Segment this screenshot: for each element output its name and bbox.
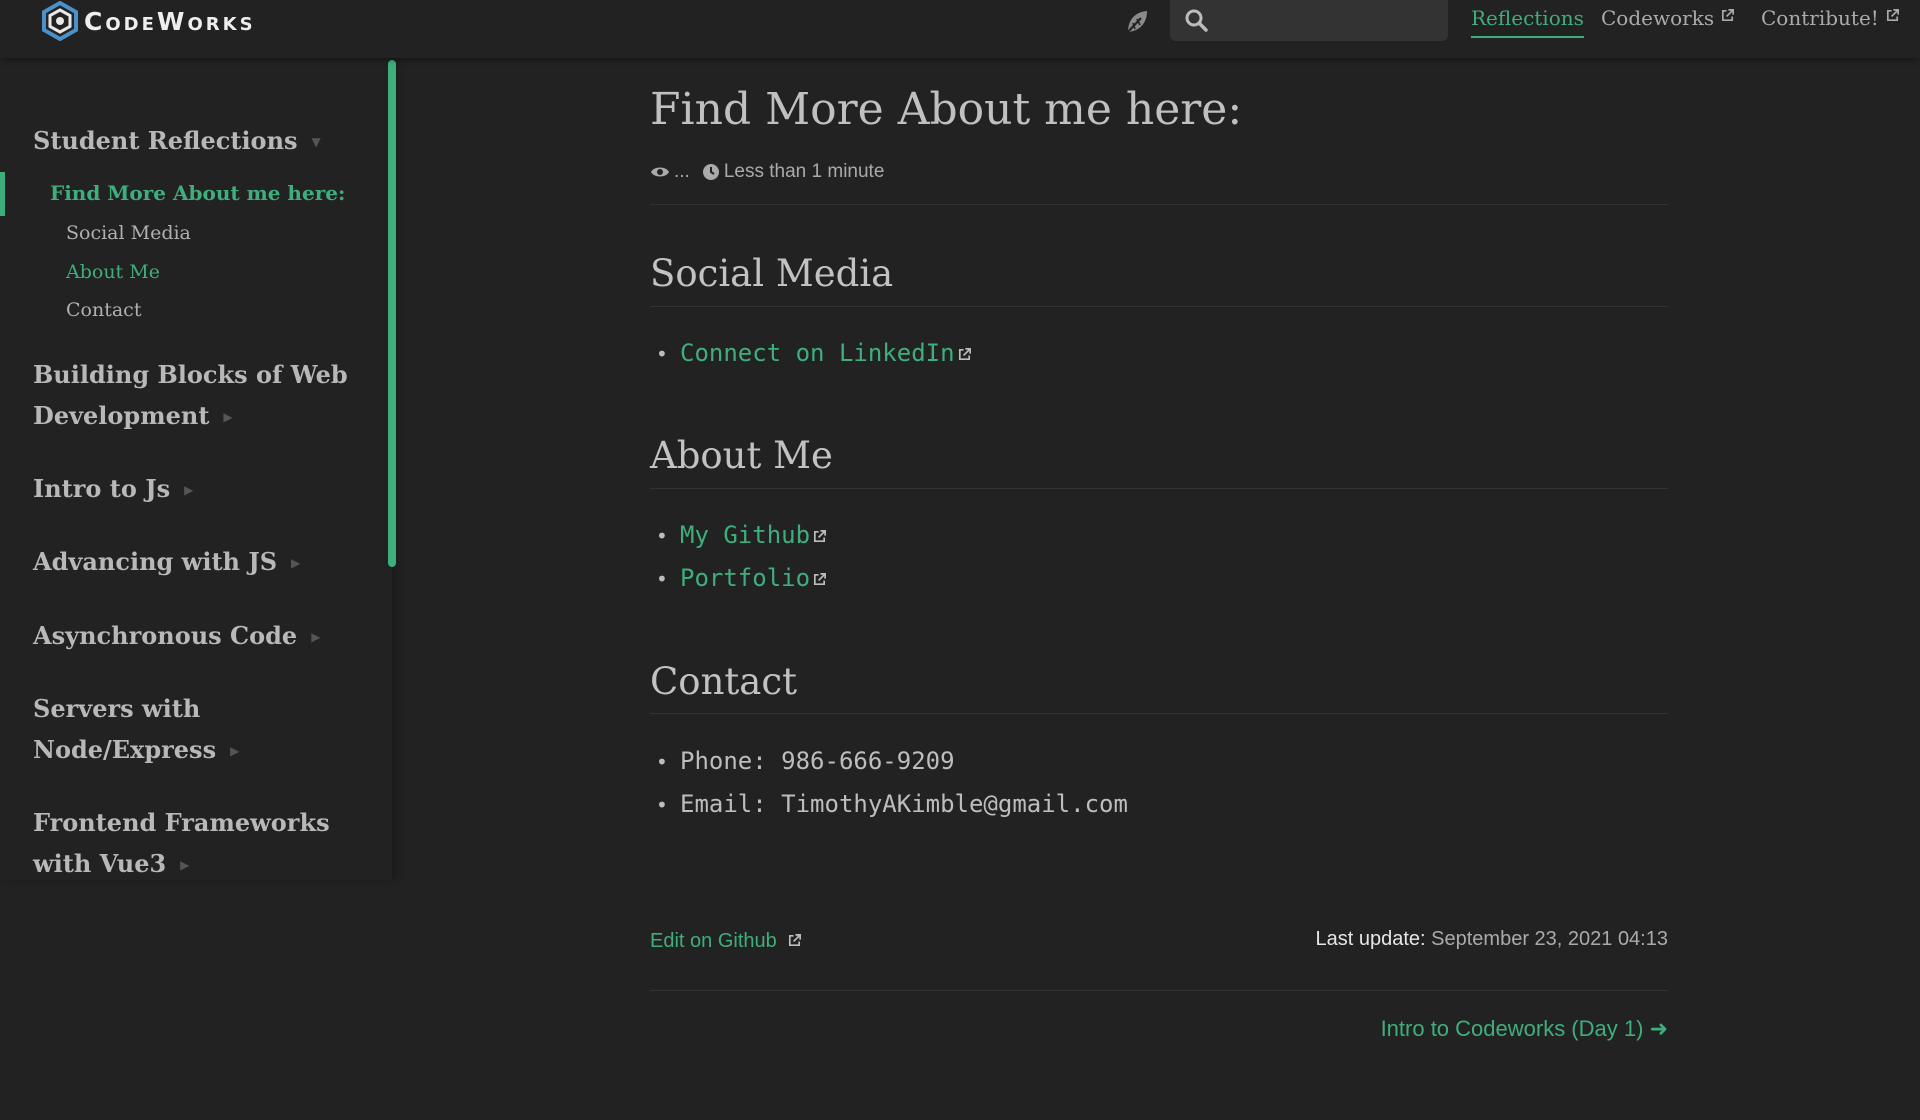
contact-list: • Phone: 986-666-9209 • Email: TimothyAKim… [650,740,1128,826]
linkedin-link-label: Connect on LinkedIn [680,339,955,367]
divider [650,713,1668,714]
next-page-link[interactable]: Intro to Codeworks (Day 1) ➜ [1381,1016,1668,1042]
caret-right-icon: ▶ [230,744,240,758]
heading-social-media: Social Media [650,252,894,295]
portfolio-link-label: Portfolio [680,564,811,592]
last-update-label: Last update: [1315,928,1426,950]
caret-right-icon: ▶ [180,858,190,872]
last-update-value: September 23, 2021 04:13 [1431,928,1668,950]
divider [650,204,1668,205]
divider [650,306,1668,307]
page-meta: ... Less than 1 minute [650,161,884,183]
top-navbar: CodeWorks Reflections Codeworks Contribu… [0,0,1920,58]
sidebar-group-asynchronous-code[interactable]: Asynchronous Code ▶ [33,615,320,658]
caret-right-icon: ▶ [184,483,194,497]
edit-on-github-link[interactable]: Edit on Github [650,930,802,953]
linkedin-link[interactable]: Connect on LinkedIn [680,339,972,367]
external-link-icon [814,530,827,543]
reading-time: Less than 1 minute [723,161,885,182]
sidebar-group-label: Advancing with JS [33,547,278,576]
sidebar-group-label: Frontend Frameworks [33,808,330,837]
last-update: Last update: September 23, 2021 04:13 [1315,928,1668,951]
caret-right-icon: ▶ [223,410,233,424]
divider [650,990,1668,991]
bullet: • [656,342,668,366]
site-logo[interactable]: CodeWorks [40,0,256,42]
sidebar-group-label: Asynchronous Code [33,621,298,650]
about-links-list: • My Github • Portfolio [650,514,827,600]
github-link-label: My Github [680,521,811,549]
bullet: • [656,750,668,774]
sidebar-group-intro-to-js[interactable]: Intro to Js ▶ [33,468,193,511]
contact-email: Email: TimothyAKimble@gmail.com [680,790,1128,818]
sidebar-item-contact[interactable]: Contact [66,299,141,321]
sidebar-group-label: Development [33,401,210,430]
portfolio-link[interactable]: Portfolio [680,564,827,592]
page-title: Find More About me here: [650,84,1243,135]
caret-right-icon: ▶ [311,630,321,644]
sidebar: Student Reflections ▼ Find More About me … [0,58,396,880]
contact-phone: Phone: 986-666-9209 [680,747,955,775]
sidebar-group-label: Student Reflections [33,126,298,155]
list-item: • Connect on LinkedIn [650,332,972,375]
sidebar-item-social-media[interactable]: Social Media [66,222,191,244]
bullet: • [656,793,668,817]
nav-link-contribute-label: Contribute! [1761,6,1879,30]
arrow-right-icon: ➜ [1649,1016,1668,1041]
search-input[interactable] [1170,0,1448,41]
sidebar-group-label: with Vue3 [33,849,167,878]
codeworks-logo-icon [42,1,78,41]
list-item: • My Github [650,514,827,557]
search-icon [1185,9,1208,32]
sidebar-group-label: Servers with [33,694,201,723]
sidebar-group-building-blocks[interactable]: Building Blocks of Web Development ▶ [33,354,348,438]
github-link[interactable]: My Github [680,521,827,549]
sidebar-group-label: Node/Express [33,735,217,764]
edit-on-github-label: Edit on Github [650,930,777,952]
page-views: ... [674,161,690,182]
sidebar-group-student-reflections[interactable]: Student Reflections ▼ [33,120,321,163]
external-link-icon [814,573,827,586]
social-links-list: • Connect on LinkedIn [650,332,972,375]
nav-link-contribute[interactable]: Contribute! [1761,6,1900,30]
external-link-icon [1886,9,1899,22]
theme-toggle-leaf-icon[interactable] [1121,6,1153,38]
sidebar-group-advancing-js[interactable]: Advancing with JS ▶ [33,541,300,584]
main-content: Find More About me here: ... Less than 1… [650,0,1668,1120]
sidebar-scrollbar[interactable] [388,60,396,567]
nav-link-codeworks-label: Codeworks [1601,6,1715,30]
caret-right-icon: ▶ [291,556,301,570]
sidebar-group-frontend-vue[interactable]: Frontend Frameworks with Vue3 ▶ [33,802,330,886]
list-item: • Phone: 986-666-9209 [650,740,1128,783]
logo-text: CodeWorks [84,6,256,36]
list-item: • Email: TimothyAKimble@gmail.com [650,783,1128,826]
nav-link-codeworks[interactable]: Codeworks [1601,6,1735,30]
heading-about-me: About Me [650,434,833,477]
bullet: • [656,567,668,591]
sidebar-item-find-more[interactable]: Find More About me here: [50,181,345,205]
caret-down-icon: ▼ [311,135,321,149]
nav-link-reflections[interactable]: Reflections [1471,6,1584,38]
clock-icon [702,164,719,180]
eye-icon [651,167,669,177]
sidebar-item-about-me[interactable]: About Me [66,261,160,283]
bullet: • [656,524,668,548]
next-page-label: Intro to Codeworks (Day 1) [1380,1016,1644,1041]
sidebar-group-label: Intro to Js [33,474,171,503]
sidebar-group-label: Building Blocks of Web [33,360,348,389]
divider [650,488,1668,489]
heading-contact: Contact [650,660,797,703]
active-indicator [0,172,5,216]
external-link-icon [788,934,801,947]
sidebar-group-servers-node[interactable]: Servers with Node/Express ▶ [33,688,239,772]
external-link-icon [1722,9,1735,22]
external-link-icon [958,348,971,361]
list-item: • Portfolio [650,557,827,600]
